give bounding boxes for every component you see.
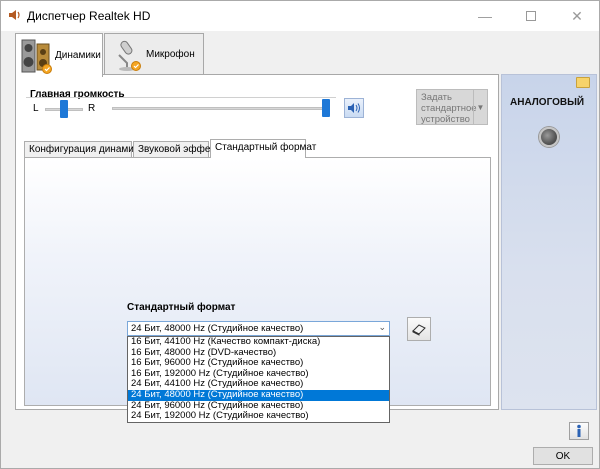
connector-panel: АНАЛОГОВЫЙ [501, 74, 597, 410]
tab-speakers-label: Динамики [55, 50, 101, 61]
tab-sound-effect[interactable]: Звуковой эффект [133, 141, 220, 157]
format-dropdown[interactable]: 24 Бит, 48000 Hz (Студийное качество) ⌄ [127, 321, 390, 336]
speaker-volume-icon [348, 103, 360, 113]
mute-button[interactable] [344, 98, 364, 118]
format-option[interactable]: 24 Бит, 192000 Hz (Студийное качество) [128, 411, 389, 422]
volume-slider[interactable] [322, 99, 330, 117]
info-icon [577, 424, 581, 437]
maximize-icon [526, 11, 536, 21]
info-button[interactable] [569, 422, 589, 440]
ok-button[interactable]: OK [533, 447, 593, 465]
format-label: Стандартный формат [127, 302, 236, 313]
chevron-down-icon: ⌄ [378, 322, 386, 332]
balance-left-label: L [33, 103, 39, 114]
folder-icon[interactable] [576, 77, 590, 88]
format-options-list: 16 Бит, 44100 Hz (Качество компакт-диска… [127, 336, 390, 423]
window-title: Диспетчер Realtek HD [27, 9, 151, 23]
tab-speakers[interactable]: Динамики [15, 33, 103, 77]
tab-default-format[interactable]: Стандартный формат [210, 139, 316, 158]
microphone-icon [118, 40, 141, 71]
volume-track [112, 107, 326, 110]
balance-slider[interactable] [60, 100, 68, 118]
format-selected-value: 24 Бит, 48000 Hz (Студийное качество) [131, 323, 304, 334]
chevron-down-icon[interactable]: ▼ [473, 90, 487, 124]
main-volume-title: Главная громкость [30, 89, 125, 100]
tab-speaker-config[interactable]: Конфигурация динамиков [24, 141, 149, 157]
maximize-button[interactable] [508, 1, 554, 31]
tab-microphone[interactable]: Микрофон [104, 33, 204, 75]
analog-jack-icon[interactable] [539, 127, 559, 147]
speakers-panel: Главная громкость L R Задать стандартное… [15, 74, 499, 423]
realtek-window: Диспетчер Realtek HD — ✕ Динамики Микроф… [0, 0, 600, 469]
title-bar: Диспетчер Realtek HD — ✕ [1, 1, 599, 31]
speakers-icon [21, 39, 52, 74]
analog-label: АНАЛОГОВЫЙ [510, 97, 585, 108]
minimize-button[interactable]: — [462, 1, 508, 31]
reset-format-button[interactable] [407, 317, 431, 341]
eraser-icon [412, 324, 426, 336]
speaker-app-icon [9, 10, 20, 20]
set-default-device-button[interactable]: Задать стандартное устройство ▼ [416, 89, 488, 125]
format-option[interactable]: 16 Бит, 44100 Hz (Качество компакт-диска… [128, 336, 389, 348]
default-format-panel: Стандартный формат 24 Бит, 48000 Hz (Сту… [24, 157, 491, 423]
close-button[interactable]: ✕ [554, 1, 600, 31]
balance-right-label: R [88, 103, 96, 114]
tab-microphone-label: Микрофон [146, 49, 195, 60]
volume-divider [26, 97, 336, 98]
format-option-highlighted[interactable]: 24 Бит, 48000 Hz (Студийное качество) [128, 389, 389, 401]
